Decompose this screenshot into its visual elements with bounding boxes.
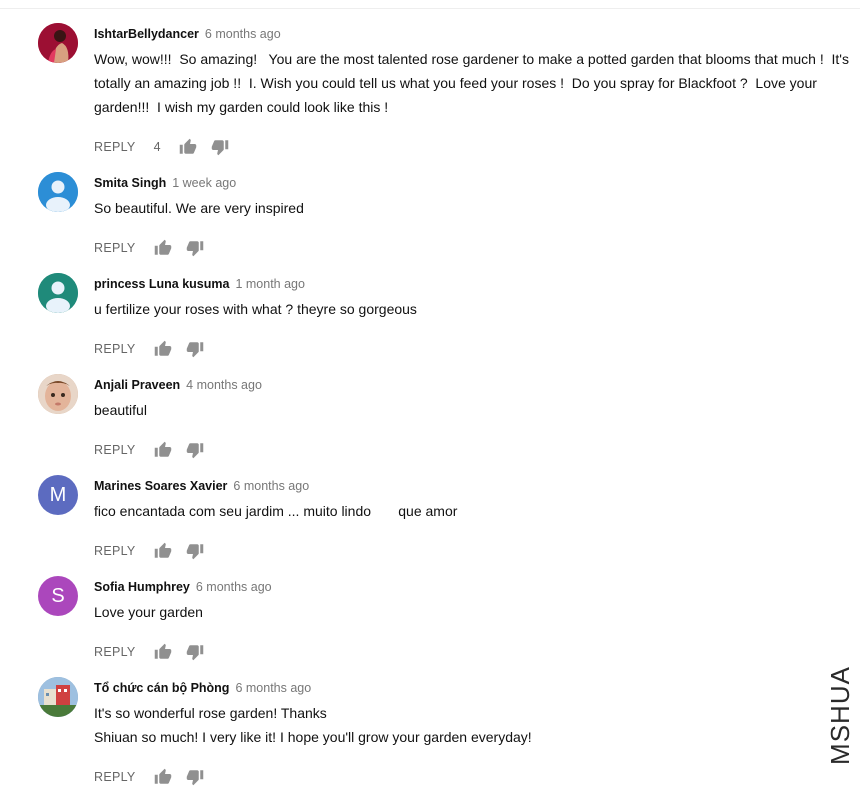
avatar[interactable]: [38, 374, 78, 414]
comment-text-line: Wow, wow!!! So amazing! You are the most…: [94, 51, 853, 115]
comment-body: It's so wonderful rose garden! Thanks Shi…: [94, 701, 849, 749]
comment-body: u fertilize your roses with what ? theyr…: [94, 297, 849, 321]
avatar[interactable]: [38, 677, 78, 717]
thumbs-up-icon[interactable]: [179, 138, 197, 156]
reply-button[interactable]: REPLY: [94, 645, 136, 659]
comment-timestamp[interactable]: 4 months ago: [186, 378, 262, 392]
thumbs-up-icon[interactable]: [154, 239, 172, 257]
author-name[interactable]: Smita Singh: [94, 176, 166, 190]
comment-body: Love your garden: [94, 600, 849, 624]
avatar[interactable]: S: [38, 576, 78, 616]
reply-button[interactable]: REPLY: [94, 241, 136, 255]
comment-actions: REPLY: [94, 440, 204, 460]
author-name[interactable]: Tổ chức cán bộ Phòng: [94, 681, 229, 695]
avatar[interactable]: [38, 273, 78, 313]
comment-header: princess Luna kusuma 1 month ago: [94, 277, 305, 291]
thumbs-down-icon[interactable]: [186, 768, 204, 786]
default-person-icon: [38, 273, 78, 313]
child-photo-icon: [38, 374, 78, 414]
thumbs-down-icon[interactable]: [186, 643, 204, 661]
comment-actions: REPLY: [94, 642, 204, 662]
comment-actions: REPLY: [94, 238, 204, 258]
avatar[interactable]: [38, 172, 78, 212]
comment-timestamp[interactable]: 6 months ago: [233, 479, 309, 493]
thumbs-up-icon[interactable]: [154, 441, 172, 459]
reply-button[interactable]: REPLY: [94, 443, 136, 457]
comment-text-line: beautiful: [94, 402, 147, 418]
top-divider: [0, 8, 860, 9]
thumbs-up-icon[interactable]: [154, 643, 172, 661]
comment-header: Anjali Praveen 4 months ago: [94, 378, 262, 392]
comment-body: beautiful: [94, 398, 849, 422]
comment-actions: REPLY: [94, 541, 204, 561]
comment-timestamp[interactable]: 6 months ago: [205, 27, 281, 41]
comment-actions: REPLY: [94, 339, 204, 359]
comment-text-line: fico encantada com seu jardim ... muito …: [94, 503, 458, 519]
comment-timestamp[interactable]: 6 months ago: [196, 580, 272, 594]
comment-header: Sofia Humphrey 6 months ago: [94, 580, 272, 594]
reply-button[interactable]: REPLY: [94, 544, 136, 558]
comment-timestamp[interactable]: 1 month ago: [235, 277, 305, 291]
comment-header: IshtarBellydancer 6 months ago: [94, 27, 281, 41]
thumbs-down-icon[interactable]: [211, 138, 229, 156]
comment-header: Marines Soares Xavier 6 months ago: [94, 479, 309, 493]
woman-photo-icon: [38, 23, 78, 63]
comment-actions: REPLY 4: [94, 137, 229, 157]
avatar-letter: M: [49, 483, 67, 506]
thumbs-up-icon[interactable]: [154, 340, 172, 358]
thumbs-down-icon[interactable]: [186, 239, 204, 257]
avatar-letter: S: [51, 584, 65, 607]
comment-body: Wow, wow!!! So amazing! You are the most…: [94, 47, 849, 119]
comment-text-line: So beautiful. We are very inspired: [94, 200, 304, 216]
comment-body: So beautiful. We are very inspired: [94, 196, 849, 220]
author-name[interactable]: Anjali Praveen: [94, 378, 180, 392]
avatar[interactable]: [38, 23, 78, 63]
author-name[interactable]: princess Luna kusuma: [94, 277, 229, 291]
avatar[interactable]: M: [38, 475, 78, 515]
comment-text-line: Love your garden: [94, 604, 203, 620]
building-photo-icon: [38, 677, 78, 717]
thumbs-down-icon[interactable]: [186, 542, 204, 560]
comment-body: fico encantada com seu jardim ... muito …: [94, 499, 849, 523]
default-person-icon: [38, 172, 78, 212]
thumbs-down-icon[interactable]: [186, 441, 204, 459]
comment-header: Tổ chức cán bộ Phòng 6 months ago: [94, 681, 311, 695]
comment-text-line: Shiuan so much! I very like it! I hope y…: [94, 729, 532, 745]
author-name[interactable]: IshtarBellydancer: [94, 27, 199, 41]
thumbs-up-icon[interactable]: [154, 542, 172, 560]
author-name[interactable]: Sofia Humphrey: [94, 580, 190, 594]
author-name[interactable]: Marines Soares Xavier: [94, 479, 227, 493]
watermark: MSHUA: [824, 665, 855, 765]
like-count: 4: [153, 140, 161, 154]
reply-button[interactable]: REPLY: [94, 770, 136, 784]
comment-timestamp[interactable]: 1 week ago: [172, 176, 236, 190]
comment-text-line: u fertilize your roses with what ? theyr…: [94, 301, 417, 317]
comment-actions: REPLY: [94, 767, 204, 787]
comment-header: Smita Singh 1 week ago: [94, 176, 236, 190]
reply-button[interactable]: REPLY: [94, 342, 136, 356]
thumbs-up-icon[interactable]: [154, 768, 172, 786]
comment-text-line: It's so wonderful rose garden! Thanks: [94, 705, 327, 721]
comment-timestamp[interactable]: 6 months ago: [235, 681, 311, 695]
reply-button[interactable]: REPLY: [94, 140, 136, 154]
thumbs-down-icon[interactable]: [186, 340, 204, 358]
